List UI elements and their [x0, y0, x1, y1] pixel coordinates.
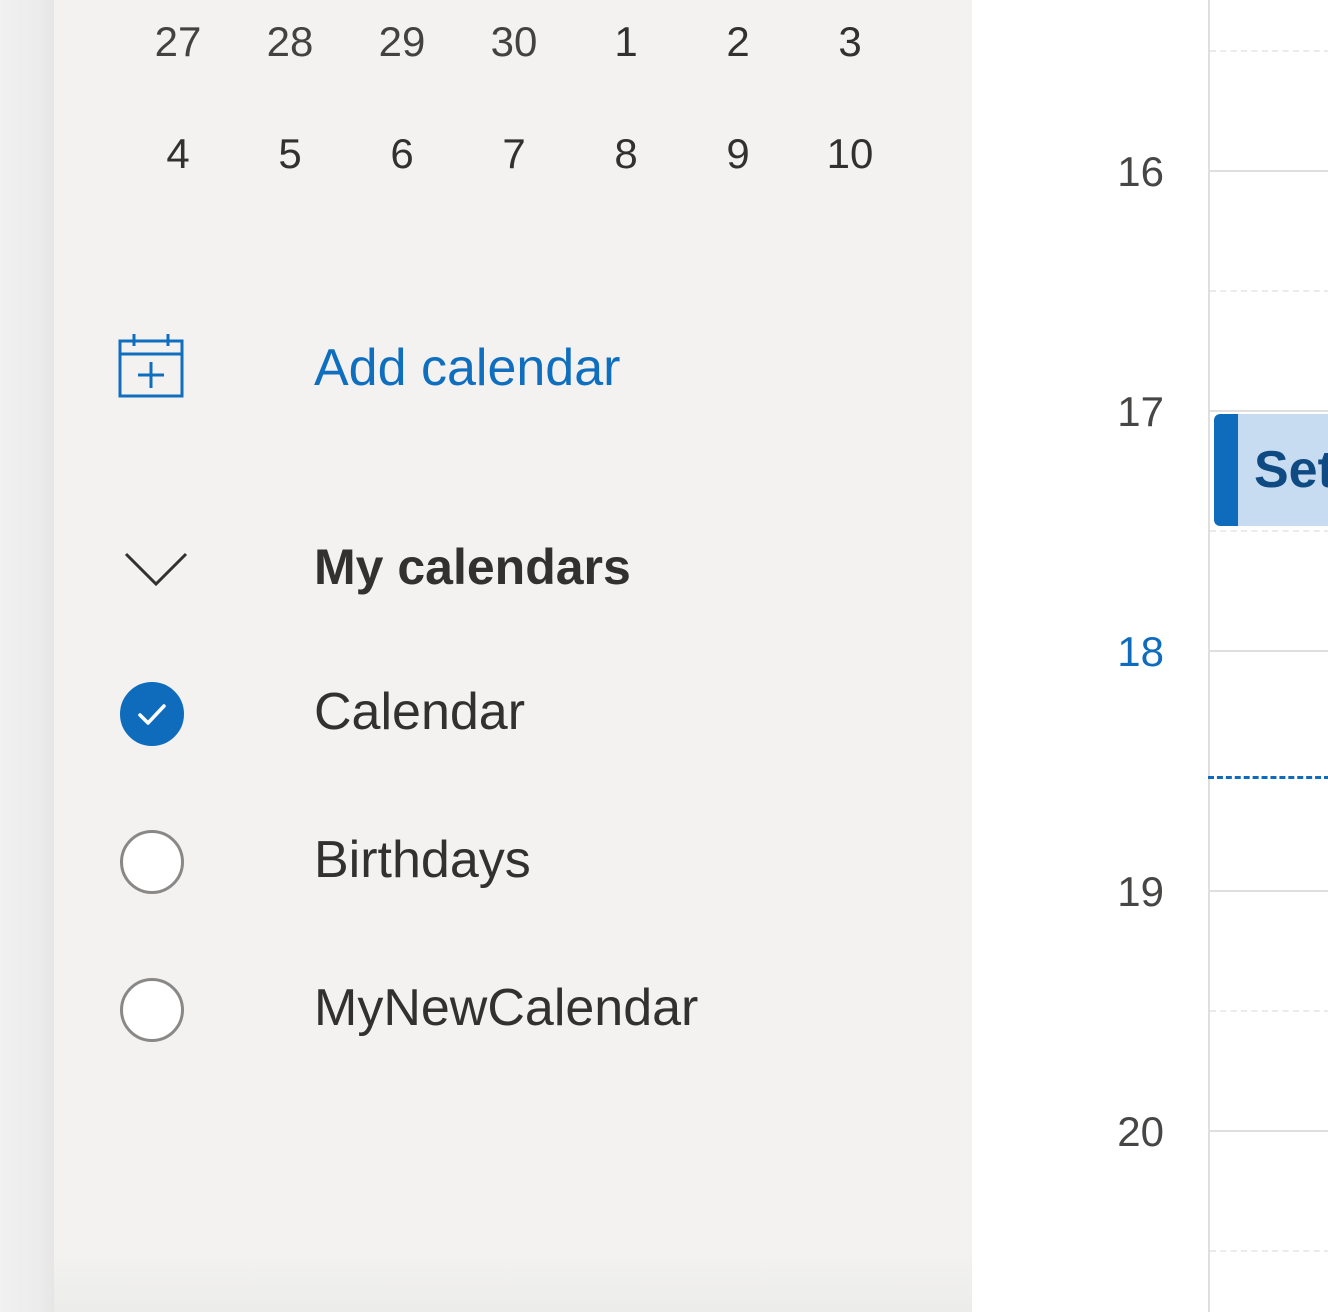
- calendar-item-calendar[interactable]: Calendar: [118, 676, 918, 756]
- day-column[interactable]: Set: [1208, 0, 1328, 1312]
- half-hour-line: [1210, 50, 1328, 52]
- half-hour-line: [1210, 290, 1328, 292]
- hour-line: [1210, 1130, 1328, 1132]
- calendar-add-icon: [118, 334, 184, 398]
- hour-line: [1210, 650, 1328, 652]
- mini-day[interactable]: 9: [682, 124, 794, 184]
- hour-line: [1210, 170, 1328, 172]
- my-calendars-toggle[interactable]: My calendars: [118, 530, 918, 610]
- current-time-indicator: [1208, 776, 1328, 779]
- half-hour-line: [1210, 1010, 1328, 1012]
- add-calendar-label: Add calendar: [314, 339, 621, 397]
- mini-day[interactable]: 28: [234, 12, 346, 72]
- calendar-item-mynewcalendar[interactable]: MyNewCalendar: [118, 972, 918, 1052]
- calendar-item-birthdays[interactable]: Birthdays: [118, 824, 918, 904]
- calendar-item-label: Birthdays: [314, 831, 531, 889]
- mini-day[interactable]: 5: [234, 124, 346, 184]
- calendar-checkbox[interactable]: [120, 978, 184, 1042]
- mini-day[interactable]: 6: [346, 124, 458, 184]
- hour-label: 20: [1117, 1108, 1164, 1155]
- checkmark-icon: [138, 704, 166, 725]
- mini-day[interactable]: 29: [346, 12, 458, 72]
- calendar-item-label: Calendar: [314, 683, 526, 741]
- my-calendars-heading: My calendars: [314, 539, 631, 595]
- hour-line: [1210, 410, 1328, 412]
- hour-label: 19: [1117, 868, 1164, 915]
- hour-line: [1210, 890, 1328, 892]
- add-calendar-button[interactable]: Add calendar: [118, 330, 718, 414]
- mini-day[interactable]: 4: [122, 124, 234, 184]
- hour-label: 16: [1117, 148, 1164, 195]
- mini-day[interactable]: 3: [794, 12, 906, 72]
- window-gutter: [0, 0, 54, 1312]
- mini-day[interactable]: 7: [458, 124, 570, 184]
- mini-day[interactable]: 2: [682, 12, 794, 72]
- calendar-checkbox[interactable]: [120, 682, 184, 746]
- calendar-event[interactable]: Set: [1214, 414, 1328, 526]
- calendar-item-label: MyNewCalendar: [314, 979, 699, 1037]
- event-title: Set: [1254, 441, 1328, 499]
- half-hour-line: [1210, 1250, 1328, 1252]
- mini-day[interactable]: 8: [570, 124, 682, 184]
- mini-day[interactable]: 1: [570, 12, 682, 72]
- half-hour-line: [1210, 530, 1328, 532]
- event-color-bar: [1214, 414, 1238, 526]
- hour-label: 17: [1117, 388, 1164, 435]
- sidebar-fade: [54, 1252, 972, 1312]
- mini-day[interactable]: 10: [794, 124, 906, 184]
- hour-label-current: 18: [1117, 628, 1164, 675]
- calendar-sidebar: 27 28 29 30 1 2 3 4 5 6 7 8 9 10 Add cal…: [54, 0, 972, 1312]
- calendar-checkbox[interactable]: [120, 830, 184, 894]
- chevron-down-icon: [124, 552, 188, 587]
- mini-day[interactable]: 27: [122, 12, 234, 72]
- mini-day[interactable]: 30: [458, 12, 570, 72]
- time-gutter: 16 17 18 19 20: [972, 0, 1208, 1312]
